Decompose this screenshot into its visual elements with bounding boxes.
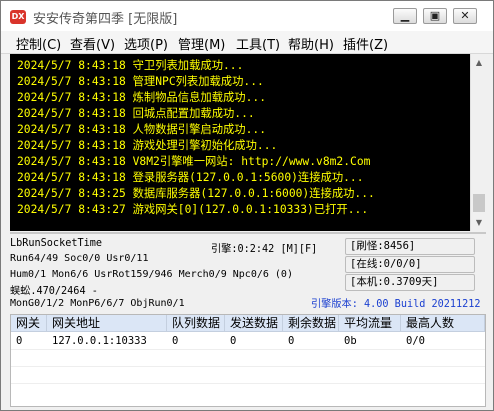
monster-status: MonG0/1/2 MonP6/6/7 ObjRun0/1 (10, 298, 185, 309)
menu-help[interactable]: 帮助(H) (288, 34, 334, 53)
window-title: 安安传奇第四季 [无限版] (33, 12, 178, 27)
maximize-icon: ▣ (429, 9, 441, 22)
refresh-monster-box: [刷怪:8456] (345, 238, 475, 255)
cell-gateway: 0 (16, 335, 23, 347)
log-line: 2024/5/7 8:43:18 游戏处理引擎初始化成功... (17, 139, 278, 152)
hum-status: Hum0/1 Mon6/6 UsrRot159/946 Merch0/9 Npc… (10, 269, 293, 280)
column-header-avg-traffic[interactable]: 平均流量 (339, 315, 401, 332)
row-divider (11, 366, 485, 367)
log-line: 2024/5/7 8:43:18 管理NPC列表加载成功... (17, 75, 264, 88)
minimize-button[interactable]: ▁ (393, 8, 417, 24)
centipede-status: 蜈蚣.470/2464 - (10, 286, 98, 297)
local-box: [本机:0.3709天] (345, 274, 475, 291)
run-status: Run64/49 Soc0/0 Usr0/11 (10, 253, 149, 264)
column-header-queue[interactable]: 队列数据 (167, 315, 225, 332)
main-window: DX 安安传奇第四季 [无限版] ▁ ▣ ✕ 控制(C) 查看(V) 选项(P)… (0, 0, 494, 411)
cell-sent: 0 (230, 335, 237, 347)
menu-bar: 控制(C) 查看(V) 选项(P) 管理(M) 工具(T) 帮助(H) 插件(Z… (1, 31, 493, 54)
title-bar[interactable]: DX 安安传奇第四季 [无限版] ▁ ▣ ✕ (1, 1, 493, 31)
menu-manage[interactable]: 管理(M) (178, 34, 225, 53)
menu-options[interactable]: 选项(P) (124, 34, 168, 53)
column-header-remaining[interactable]: 剩余数据 (283, 315, 339, 332)
close-icon: ✕ (460, 9, 470, 22)
online-box: [在线:0/0/0] (345, 256, 475, 273)
log-line: 2024/5/7 8:43:18 守卫列表加载成功... (17, 59, 244, 72)
log-line: 2024/5/7 8:43:18 回城点配置加载成功... (17, 107, 255, 120)
engine-version: 引擎版本: 4.00 Build 20211212 (311, 299, 481, 310)
cell-max-users: 0/0 (406, 335, 425, 347)
cell-remaining: 0 (288, 335, 295, 347)
log-line: 2024/5/7 8:43:18 炼制物品信息加载成功... (17, 91, 266, 104)
scroll-up-icon[interactable]: ▲ (471, 54, 487, 71)
cell-avg-traffic: 0b (344, 335, 357, 347)
engine-runtime: 引擎:0:2:42 [M][F] (211, 244, 318, 255)
log-line: 2024/5/7 8:43:18 登录服务器(127.0.0.1:5600)连接… (17, 171, 364, 184)
row-divider (11, 383, 485, 384)
menu-plugins[interactable]: 插件(Z) (343, 34, 388, 53)
scroll-thumb[interactable] (473, 194, 485, 212)
cell-queue: 0 (172, 335, 179, 347)
gateway-table[interactable]: 网关 网关地址 队列数据 发送数据 剩余数据 平均流量 最高人数 0 127.0… (10, 314, 486, 407)
scroll-down-icon[interactable]: ▼ (471, 214, 487, 231)
menu-tools[interactable]: 工具(T) (236, 34, 280, 53)
log-console[interactable]: 2024/5/7 8:43:18 守卫列表加载成功... 2024/5/7 8:… (10, 54, 470, 231)
log-line: 2024/5/7 8:43:25 数据库服务器(127.0.0.1:6000)连… (17, 187, 375, 200)
socket-status: LbRunSocketTime (10, 238, 103, 249)
console-scrollbar[interactable]: ▲ ▼ (470, 54, 487, 231)
log-line: 2024/5/7 8:43:18 V8M2引擎唯一网站: http://www.… (17, 155, 371, 168)
log-line: 2024/5/7 8:43:27 游戏网关[0](127.0.0.1:10333… (17, 203, 369, 216)
maximize-button[interactable]: ▣ (423, 8, 447, 24)
log-line: 2024/5/7 8:43:18 人物数据引擎启动成功... (17, 123, 266, 136)
minimize-icon: ▁ (400, 9, 410, 22)
cell-address: 127.0.0.1:10333 (52, 335, 147, 347)
row-divider (11, 349, 485, 350)
menu-view[interactable]: 查看(V) (70, 34, 115, 53)
app-logo-icon: DX (10, 10, 26, 24)
close-button[interactable]: ✕ (453, 8, 477, 24)
splitter[interactable] (10, 232, 486, 234)
column-header-gateway[interactable]: 网关 (11, 315, 47, 332)
column-header-address[interactable]: 网关地址 (47, 315, 167, 332)
menu-control[interactable]: 控制(C) (16, 34, 61, 53)
column-header-max-users[interactable]: 最高人数 (401, 315, 485, 332)
column-header-sent[interactable]: 发送数据 (225, 315, 283, 332)
